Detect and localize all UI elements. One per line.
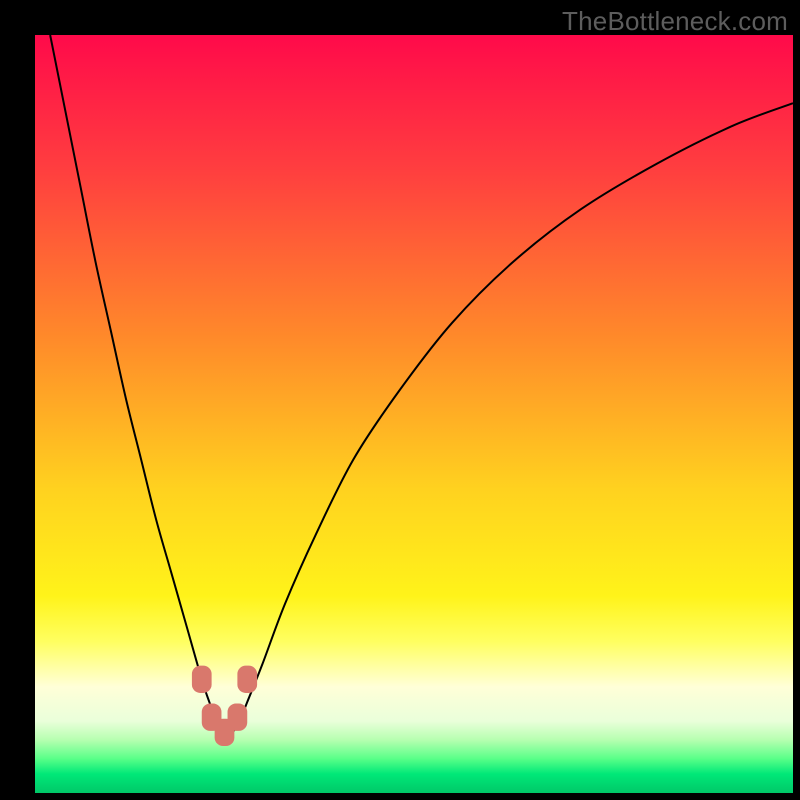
bottleneck-curve bbox=[50, 35, 793, 734]
marker-group bbox=[192, 666, 257, 746]
watermark-text: TheBottleneck.com bbox=[562, 6, 788, 37]
plot-area bbox=[35, 35, 793, 793]
curve-marker bbox=[228, 704, 248, 731]
chart-frame: TheBottleneck.com bbox=[0, 0, 800, 800]
curve-marker bbox=[237, 666, 257, 693]
curve-layer bbox=[35, 35, 793, 793]
curve-marker bbox=[192, 666, 212, 693]
